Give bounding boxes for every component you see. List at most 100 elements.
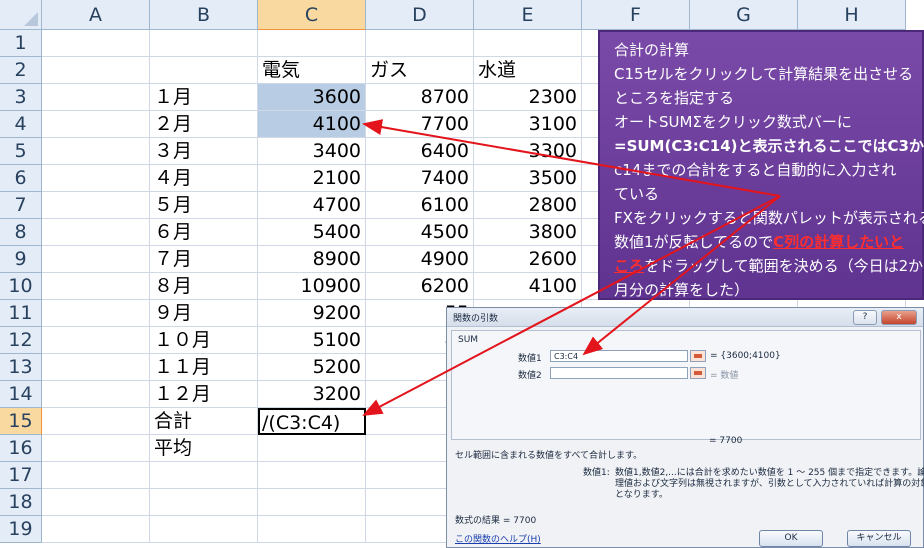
arg1-input[interactable]: C3:C4 <box>550 350 688 362</box>
grid-cell[interactable] <box>42 354 150 381</box>
water-value[interactable]: 2600 <box>474 246 582 273</box>
active-cell-c15[interactable]: /(C3:C4) <box>258 408 366 435</box>
grid-cell[interactable] <box>42 408 150 435</box>
month-label[interactable]: ６月 <box>150 219 258 246</box>
grid-cell[interactable] <box>42 273 150 300</box>
grid-cell[interactable] <box>42 435 150 462</box>
header-electric[interactable]: 電気 <box>258 57 366 84</box>
column-header-g[interactable]: G <box>690 0 798 30</box>
row-header-1[interactable]: 1 <box>0 30 42 57</box>
electric-value[interactable]: 9200 <box>258 300 366 327</box>
cancel-button[interactable]: キャンセル <box>847 530 911 547</box>
month-label[interactable]: １２月 <box>150 381 258 408</box>
water-value[interactable]: 3500 <box>474 165 582 192</box>
row-header-5[interactable]: 5 <box>0 138 42 165</box>
electric-value[interactable]: 8900 <box>258 246 366 273</box>
gas-value[interactable]: 7700 <box>366 111 474 138</box>
grid-cell[interactable] <box>42 462 150 489</box>
column-header-e[interactable]: E <box>474 0 582 30</box>
close-button[interactable]: x <box>881 310 917 325</box>
ok-button[interactable]: OK <box>759 530 823 547</box>
header-water[interactable]: 水道 <box>474 57 582 84</box>
row-header-19[interactable]: 19 <box>0 516 42 543</box>
grid-cell[interactable] <box>42 219 150 246</box>
total-label[interactable]: 合計 <box>150 408 258 435</box>
grid-cell[interactable] <box>258 30 366 57</box>
electric-value[interactable]: 3600 <box>258 84 366 111</box>
row-header-16[interactable]: 16 <box>0 435 42 462</box>
month-label[interactable]: ３月 <box>150 138 258 165</box>
grid-cell[interactable] <box>42 57 150 84</box>
row-header-3[interactable]: 3 <box>0 84 42 111</box>
month-label[interactable]: ８月 <box>150 273 258 300</box>
electric-value[interactable]: 10900 <box>258 273 366 300</box>
dialog-titlebar[interactable]: 関数の引数 ? x <box>447 308 923 327</box>
grid-cell[interactable] <box>42 84 150 111</box>
water-value[interactable]: 3100 <box>474 111 582 138</box>
water-value[interactable]: 3300 <box>474 138 582 165</box>
function-help-link[interactable]: この関数のヘルプ(H) <box>455 532 541 545</box>
row-header-11[interactable]: 11 <box>0 300 42 327</box>
grid-cell[interactable] <box>42 246 150 273</box>
electric-value[interactable]: 3200 <box>258 381 366 408</box>
row-header-18[interactable]: 18 <box>0 489 42 516</box>
row-header-15[interactable]: 15 <box>0 408 42 435</box>
row-header-12[interactable]: 12 <box>0 327 42 354</box>
gas-value[interactable]: 4500 <box>366 219 474 246</box>
grid-cell[interactable] <box>474 30 582 57</box>
select-all-corner[interactable] <box>0 0 42 30</box>
column-header-h[interactable]: H <box>798 0 906 30</box>
grid-cell[interactable] <box>42 165 150 192</box>
row-header-9[interactable]: 9 <box>0 246 42 273</box>
grid-cell[interactable] <box>42 300 150 327</box>
grid-cell[interactable] <box>42 327 150 354</box>
month-label[interactable]: ４月 <box>150 165 258 192</box>
electric-value[interactable]: 4700 <box>258 192 366 219</box>
electric-value[interactable]: 2100 <box>258 165 366 192</box>
row-header-8[interactable]: 8 <box>0 219 42 246</box>
grid-cell[interactable] <box>42 381 150 408</box>
row-header-7[interactable]: 7 <box>0 192 42 219</box>
water-value[interactable]: 3800 <box>474 219 582 246</box>
row-header-10[interactable]: 10 <box>0 273 42 300</box>
column-header-f[interactable]: F <box>582 0 690 30</box>
grid-cell[interactable] <box>150 30 258 57</box>
average-label[interactable]: 平均 <box>150 435 258 462</box>
arg2-input[interactable] <box>550 367 688 379</box>
grid-cell[interactable] <box>42 192 150 219</box>
month-label[interactable]: ２月 <box>150 111 258 138</box>
month-label[interactable]: １０月 <box>150 327 258 354</box>
help-button[interactable]: ? <box>853 310 877 325</box>
water-value[interactable]: 4100 <box>474 273 582 300</box>
row-header-6[interactable]: 6 <box>0 165 42 192</box>
month-label[interactable]: １月 <box>150 84 258 111</box>
gas-value[interactable]: 7400 <box>366 165 474 192</box>
row-header-14[interactable]: 14 <box>0 381 42 408</box>
grid-cell[interactable] <box>150 489 258 516</box>
range-picker-icon[interactable] <box>690 350 706 362</box>
gas-value[interactable]: 6100 <box>366 192 474 219</box>
grid-cell[interactable] <box>42 30 150 57</box>
row-header-13[interactable]: 13 <box>0 354 42 381</box>
gas-value[interactable]: 8700 <box>366 84 474 111</box>
water-value[interactable]: 2300 <box>474 84 582 111</box>
grid-cell[interactable] <box>42 516 150 543</box>
column-header-b[interactable]: B <box>150 0 258 30</box>
water-value[interactable]: 2800 <box>474 192 582 219</box>
column-header-c[interactable]: C <box>258 0 366 30</box>
electric-value[interactable]: 5200 <box>258 354 366 381</box>
month-label[interactable]: ９月 <box>150 300 258 327</box>
grid-cell[interactable] <box>258 516 366 543</box>
row-header-4[interactable]: 4 <box>0 111 42 138</box>
grid-cell[interactable] <box>366 30 474 57</box>
grid-cell[interactable] <box>150 57 258 84</box>
column-header-a[interactable]: A <box>42 0 150 30</box>
electric-value[interactable]: 4100 <box>258 111 366 138</box>
grid-cell[interactable] <box>42 111 150 138</box>
gas-value[interactable]: 6400 <box>366 138 474 165</box>
grid-cell[interactable] <box>258 462 366 489</box>
gas-value[interactable]: 4900 <box>366 246 474 273</box>
grid-cell[interactable] <box>42 489 150 516</box>
header-gas[interactable]: ガス <box>366 57 474 84</box>
grid-cell[interactable] <box>150 516 258 543</box>
